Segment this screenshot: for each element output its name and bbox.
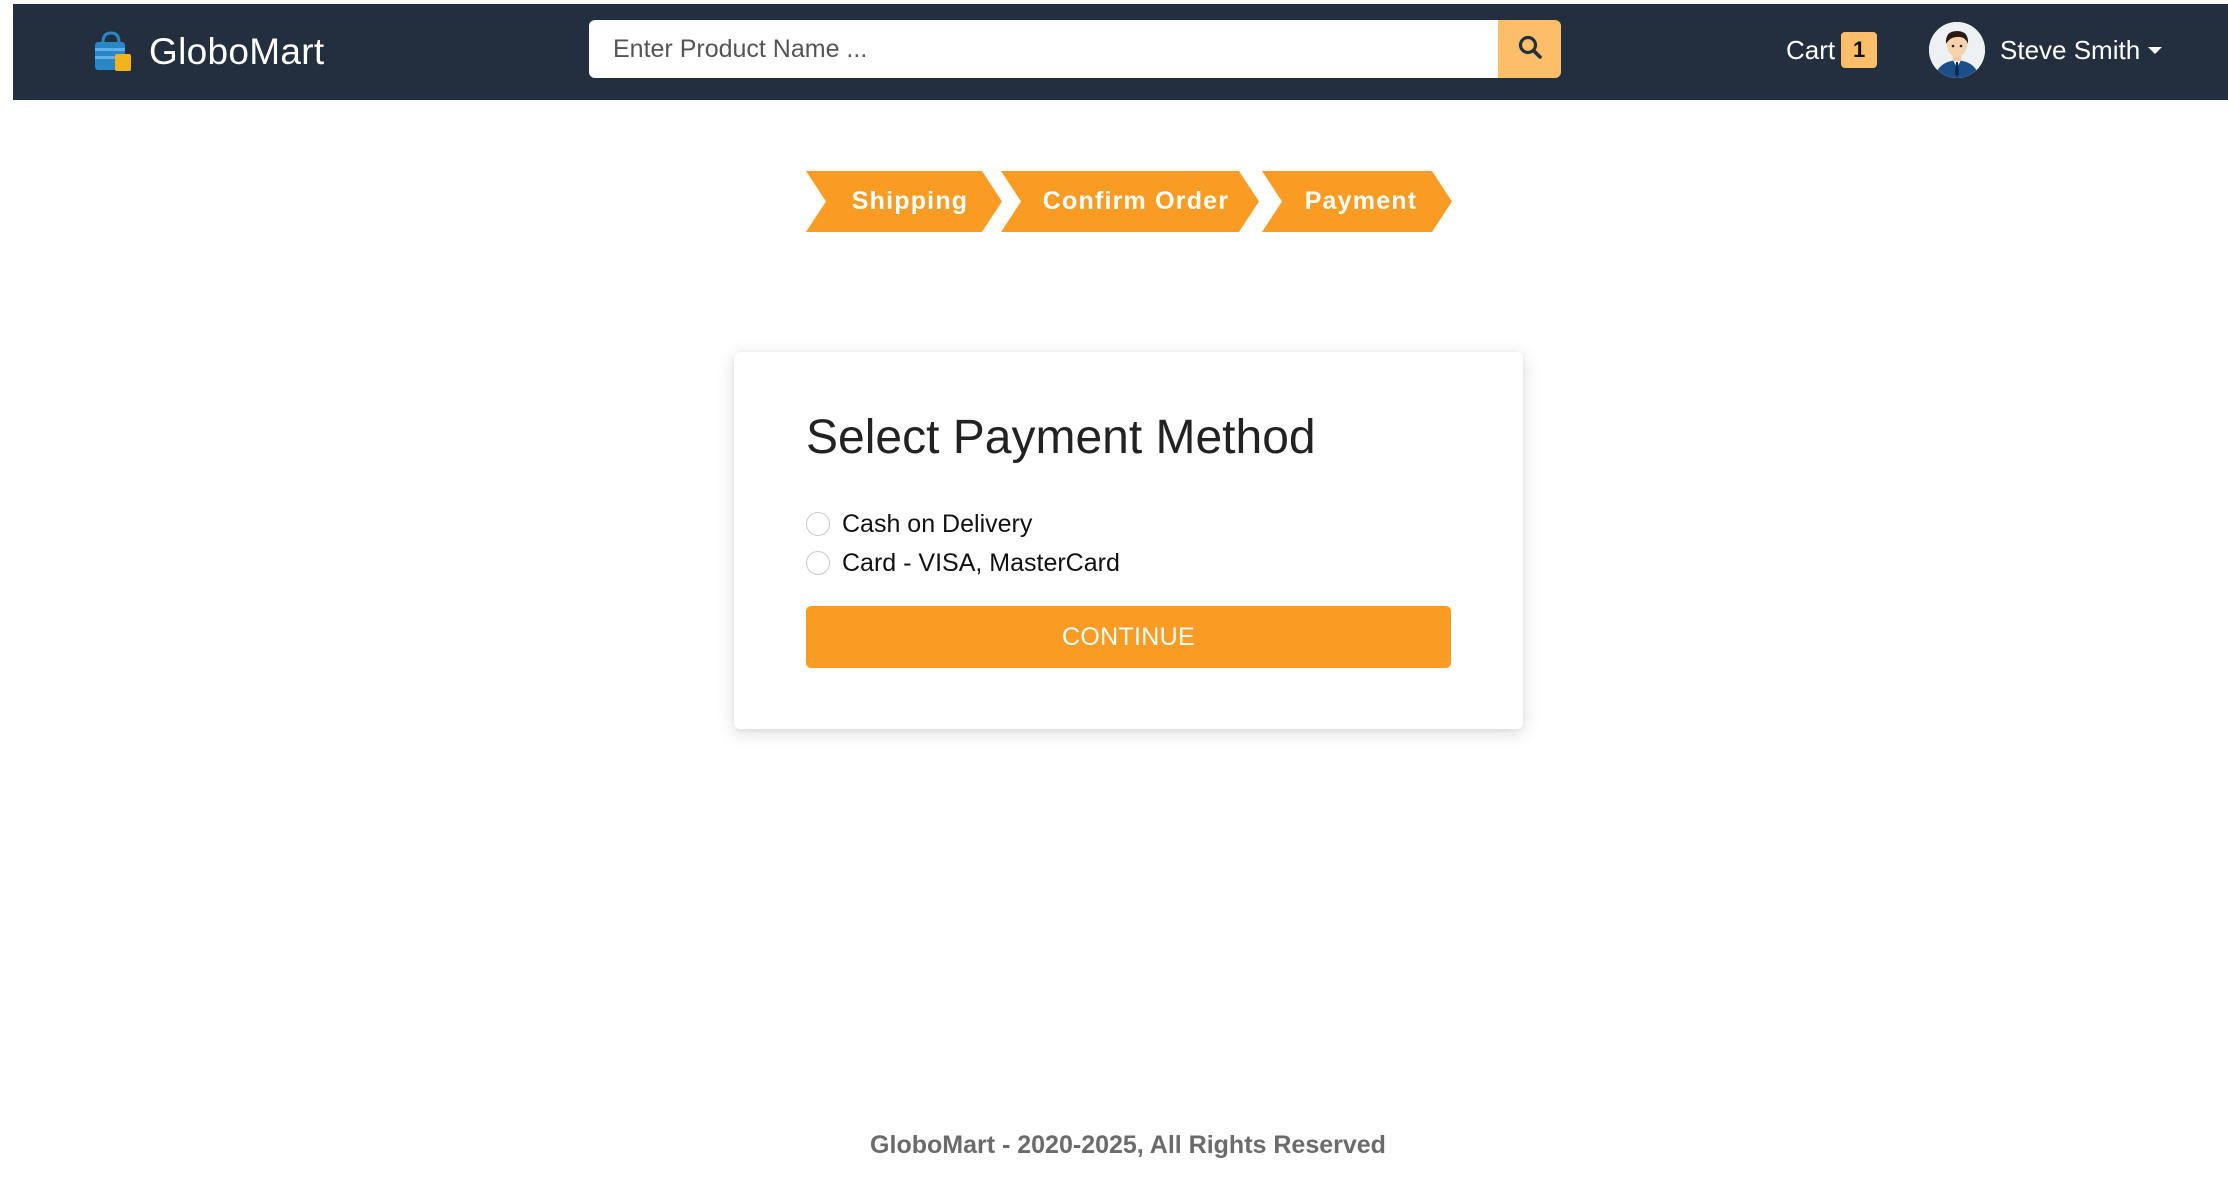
continue-button[interactable]: CONTINUE xyxy=(806,606,1451,668)
radio-card[interactable] xyxy=(806,551,830,575)
cart-link[interactable]: Cart 1 xyxy=(1786,30,1878,70)
page-title: Select Payment Method xyxy=(806,411,1316,464)
cart-count-badge: 1 xyxy=(1841,32,1878,68)
step-shipping[interactable]: Shipping xyxy=(806,171,1002,232)
payment-option-card[interactable]: Card - VISA, MasterCard xyxy=(806,546,1120,580)
user-name: Steve Smith xyxy=(2000,34,2141,65)
payment-option-cod[interactable]: Cash on Delivery xyxy=(806,507,1032,541)
search-icon xyxy=(1517,34,1543,65)
payment-option-label: Cash on Delivery xyxy=(842,509,1033,538)
avatar xyxy=(1929,22,1985,78)
cart-label: Cart xyxy=(1786,34,1836,65)
search-bar xyxy=(589,20,1561,78)
step-payment[interactable]: Payment xyxy=(1262,171,1452,232)
shopping-bag-logo-icon xyxy=(91,30,135,74)
footer-text: GloboMart - 2020-2025, All Rights Reserv… xyxy=(870,1131,1386,1159)
step-confirm-order[interactable]: Confirm Order xyxy=(1001,171,1259,232)
payment-option-label: Card - VISA, MasterCard xyxy=(842,548,1120,577)
brand-name: GloboMart xyxy=(149,31,325,72)
brand[interactable]: GloboMart xyxy=(91,26,324,78)
payment-method-card: Select Payment Method Cash on Delivery C… xyxy=(734,352,1523,729)
step-label: Payment xyxy=(1304,187,1418,215)
navbar: GloboMart Cart 1 xyxy=(13,4,2228,100)
step-label: Shipping xyxy=(851,187,969,215)
step-label: Confirm Order xyxy=(1042,187,1230,215)
user-menu-toggle[interactable]: Steve Smith xyxy=(1929,22,2163,78)
radio-cod[interactable] xyxy=(806,512,830,536)
chevron-down-icon xyxy=(2148,46,2163,54)
search-input[interactable] xyxy=(589,20,1498,78)
search-button[interactable] xyxy=(1498,20,1561,78)
